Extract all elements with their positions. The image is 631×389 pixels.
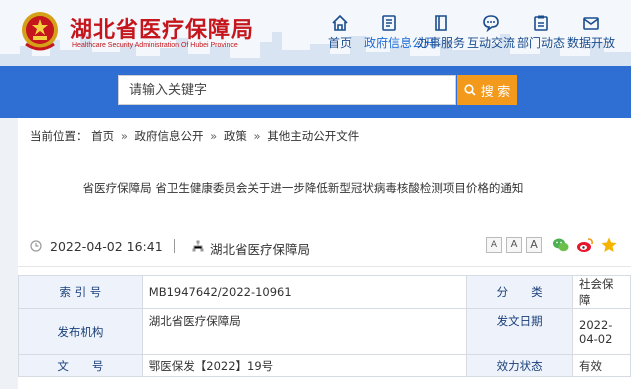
doc-number-label: 文 号 (18, 354, 143, 377)
clock-icon (30, 240, 42, 252)
envelope-icon (583, 17, 599, 30)
nav-item-open-data[interactable]: 数据开放 (566, 14, 616, 50)
article-meta: 2022-04-02 16:41 湖北省医疗保障局 A A A (30, 236, 620, 260)
article-title: 省医疗保障局 省卫生健康委员会关于进一步降低新型冠状病毒核酸检测项目价格的通知 (82, 181, 524, 195)
category-value: 社会保障 (572, 275, 631, 309)
search-button-label: 搜 索 (480, 83, 511, 99)
breadcrumb-policy[interactable]: 政策 (224, 129, 247, 143)
nav-item-services[interactable]: 办事服务 (416, 14, 466, 50)
issuer-label: 发布机构 (18, 308, 143, 355)
search-button[interactable]: 搜 索 (457, 75, 517, 105)
font-size-medium-button[interactable]: A (506, 237, 522, 253)
table-row: 文 号 鄂医保发【2022】19号 效力状态 有效 (18, 354, 631, 377)
publish-date: 2022-04-02 16:41 (50, 239, 163, 254)
index-number-label: 索 引 号 (18, 275, 143, 309)
status-value: 有效 (572, 354, 631, 377)
font-size-large-button[interactable]: A (526, 237, 542, 253)
meta-divider-line (18, 266, 631, 267)
status-label: 效力状态 (466, 354, 574, 377)
wechat-icon[interactable] (552, 236, 570, 254)
nav-label: 互动交流 (466, 36, 515, 50)
sitemap-icon (192, 240, 204, 252)
issue-date-line: 2022- (579, 317, 613, 332)
site-subtitle: Healthcare Security Administration Of Hu… (72, 42, 238, 49)
nav-item-interaction[interactable]: 互动交流 (466, 14, 516, 50)
nav-label: 部门动态 (516, 36, 565, 50)
national-emblem-logo (22, 12, 58, 51)
book-icon (435, 15, 447, 31)
clipboard-icon (534, 15, 548, 31)
nav-item-gov-info[interactable]: 政府信息公开 (364, 14, 437, 50)
category-label: 分 类 (466, 275, 574, 309)
index-number-value: MB1947642/2022-10961 (141, 275, 468, 309)
weibo-icon[interactable] (576, 236, 594, 254)
breadcrumb-home[interactable]: 首页 (91, 129, 114, 143)
home-icon (332, 14, 348, 31)
breadcrumb-separator: » (120, 129, 128, 143)
table-row: 索 引 号 MB1947642/2022-10961 分 类 社会保障 (18, 275, 631, 309)
document-icon (382, 15, 396, 31)
nav-item-dept-news[interactable]: 部门动态 (516, 14, 566, 50)
nav-item-home[interactable]: 首页 (315, 14, 365, 50)
site-title[interactable]: 湖北省医疗保障局 (70, 12, 254, 44)
nav-label: 政府信息公开 (364, 36, 437, 50)
table-row: 发布机构 湖北省医疗保障局 发文日期 2022- 04-02 (18, 308, 631, 355)
issue-date-line: 04-02 (579, 331, 613, 346)
breadcrumb-other-docs[interactable]: 其他主动公开文件 (267, 129, 359, 143)
nav-label: 首页 (327, 36, 352, 50)
issue-date-label: 发文日期 (466, 308, 574, 355)
search-input[interactable] (118, 75, 456, 105)
nav-label: 数据开放 (566, 36, 615, 50)
search-icon (464, 84, 476, 96)
favorite-star-icon[interactable] (600, 236, 618, 254)
issue-date-value: 2022- 04-02 (572, 308, 631, 355)
breadcrumb-gov-info[interactable]: 政府信息公开 (135, 129, 204, 143)
chat-icon (483, 15, 499, 32)
meta-divider (174, 239, 175, 253)
breadcrumb: 当前位置： 首页 » 政府信息公开 » 政策 » 其他主动公开文件 (30, 128, 359, 144)
article-panel: 当前位置： 首页 » 政府信息公开 » 政策 » 其他主动公开文件 省医疗保障局… (18, 118, 631, 389)
font-size-small-button[interactable]: A (486, 237, 502, 253)
search-band: 搜 索 (0, 66, 631, 118)
breadcrumb-prefix: 当前位置： (30, 129, 88, 143)
breadcrumb-separator: » (253, 129, 261, 143)
site-header: 湖北省医疗保障局 Healthcare Security Administrat… (0, 0, 631, 66)
doc-number-value: 鄂医保发【2022】19号 (141, 354, 468, 377)
breadcrumb-separator: » (210, 129, 218, 143)
document-info-table: 索 引 号 MB1947642/2022-10961 分 类 社会保障 发布机构… (18, 275, 631, 377)
article-source: 湖北省医疗保障局 (210, 242, 311, 257)
nav-label: 办事服务 (416, 36, 465, 50)
issuer-value: 湖北省医疗保障局 (141, 308, 468, 355)
